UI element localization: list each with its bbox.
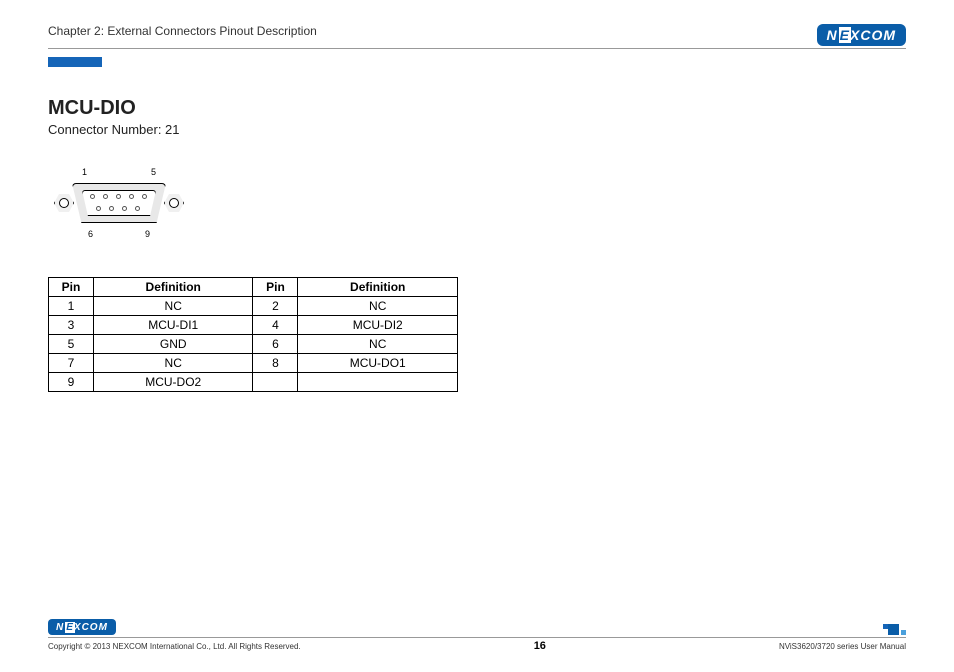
cell-def: GND xyxy=(93,335,253,354)
square-icon xyxy=(888,624,899,635)
pin-icon xyxy=(129,194,134,199)
pin-row-top xyxy=(90,194,147,199)
pinout-table: Pin Definition Pin Definition 1 NC 2 NC … xyxy=(48,277,458,392)
table-row: 5 GND 6 NC xyxy=(49,335,458,354)
pin-labels-top: 1 5 xyxy=(72,167,166,179)
pin-icon xyxy=(90,194,95,199)
cell-def xyxy=(298,373,458,392)
manual-name: NViS3620/3720 series User Manual xyxy=(779,642,906,651)
cell-pin: 4 xyxy=(253,316,298,335)
brand-logo: NEXCOM xyxy=(817,24,906,46)
db9-connector-icon xyxy=(54,179,184,227)
cell-def: NC xyxy=(298,297,458,316)
pin-label-6: 6 xyxy=(88,229,93,239)
th-definition: Definition xyxy=(93,278,253,297)
cell-pin: 2 xyxy=(253,297,298,316)
pin-icon xyxy=(96,206,101,211)
cell-pin: 7 xyxy=(49,354,94,373)
footer-brand-text: NEXCOM xyxy=(56,622,108,633)
section-marker-bar xyxy=(48,57,102,67)
page-number: 16 xyxy=(534,640,546,652)
cell-def: NC xyxy=(93,297,253,316)
footer-squares-icon xyxy=(883,624,906,635)
table-row: 9 MCU-DO2 xyxy=(49,373,458,392)
pin-icon xyxy=(116,194,121,199)
cell-def: MCU-DO1 xyxy=(298,354,458,373)
cell-pin: 6 xyxy=(253,335,298,354)
table-row: 3 MCU-DI1 4 MCU-DI2 xyxy=(49,316,458,335)
cell-def: MCU-DI1 xyxy=(93,316,253,335)
table-header-row: Pin Definition Pin Definition xyxy=(49,278,458,297)
pin-label-9: 9 xyxy=(145,229,150,239)
connector-diagram: 1 5 6 9 xyxy=(54,167,906,239)
connector-number: Connector Number: 21 xyxy=(48,122,906,137)
th-pin: Pin xyxy=(49,278,94,297)
page-footer: NEXCOM Copyright © 2013 NEXCOM Internati… xyxy=(48,619,906,652)
pin-label-5: 5 xyxy=(151,167,156,177)
pin-icon xyxy=(122,206,127,211)
cell-def: NC xyxy=(93,354,253,373)
pin-row-bottom xyxy=(96,206,140,211)
connector-shell-icon xyxy=(72,183,166,223)
cell-def: NC xyxy=(298,335,458,354)
pin-icon xyxy=(103,194,108,199)
copyright-text: Copyright © 2013 NEXCOM International Co… xyxy=(48,642,301,651)
table-row: 1 NC 2 NC xyxy=(49,297,458,316)
pin-icon xyxy=(135,206,140,211)
pin-icon xyxy=(142,194,147,199)
square-icon xyxy=(901,630,906,635)
th-definition: Definition xyxy=(298,278,458,297)
cell-pin xyxy=(253,373,298,392)
pin-label-1: 1 xyxy=(82,167,87,177)
table-row: 7 NC 8 MCU-DO1 xyxy=(49,354,458,373)
hex-screw-left-icon xyxy=(54,193,74,213)
th-pin: Pin xyxy=(253,278,298,297)
cell-pin: 9 xyxy=(49,373,94,392)
footer-brand-logo: NEXCOM xyxy=(48,619,116,635)
cell-pin: 3 xyxy=(49,316,94,335)
cell-pin: 8 xyxy=(253,354,298,373)
pin-icon xyxy=(109,206,114,211)
cell-pin: 5 xyxy=(49,335,94,354)
chapter-title: Chapter 2: External Connectors Pinout De… xyxy=(48,24,317,38)
section-title: MCU-DIO xyxy=(48,97,906,120)
cell-def: MCU-DO2 xyxy=(93,373,253,392)
hex-screw-right-icon xyxy=(164,193,184,213)
cell-def: MCU-DI2 xyxy=(298,316,458,335)
cell-pin: 1 xyxy=(49,297,94,316)
page-header: Chapter 2: External Connectors Pinout De… xyxy=(48,24,906,49)
pin-labels-bottom: 6 9 xyxy=(72,227,166,239)
brand-logo-text: NEXCOM xyxy=(827,27,896,43)
